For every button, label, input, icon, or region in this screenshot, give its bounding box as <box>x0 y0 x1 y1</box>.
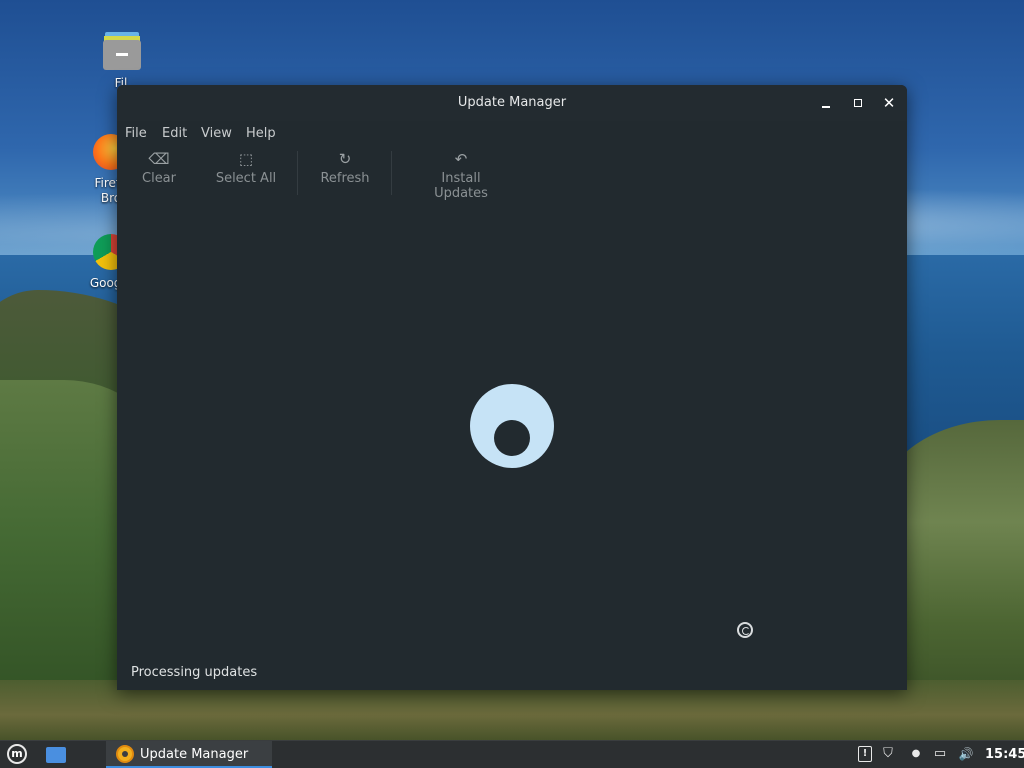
desktop-icon-files[interactable]: Fil <box>76 30 166 90</box>
select-all-icon: ⬚ <box>238 150 254 168</box>
menu-view[interactable]: View <box>201 126 232 141</box>
refresh-button[interactable]: ↻ Refresh <box>317 149 373 186</box>
clock[interactable]: 15:45 <box>985 747 1024 762</box>
update-manager-icon <box>116 745 134 763</box>
user-icon[interactable]: ● <box>908 746 924 762</box>
loading-spinner-icon <box>470 384 554 468</box>
clear-label: Clear <box>142 171 176 186</box>
menu-edit[interactable]: Edit <box>162 126 187 141</box>
toolbar-separator <box>297 151 298 195</box>
close-button[interactable]: ✕ <box>880 94 898 112</box>
install-updates-label: Install Updates <box>434 171 488 201</box>
menu-bar: File Edit View Help <box>117 123 907 145</box>
undo-arrow-icon: ↶ <box>454 150 468 168</box>
refresh-label: Refresh <box>320 171 370 186</box>
start-menu-button[interactable]: m <box>6 744 30 766</box>
toolbar-separator <box>391 151 392 195</box>
minimize-button[interactable] <box>817 94 835 112</box>
status-text: Processing updates <box>131 665 258 680</box>
show-desktop-icon[interactable] <box>46 747 66 763</box>
install-updates-button[interactable]: ↶ Install Updates <box>413 149 509 201</box>
volume-icon[interactable]: 🔊 <box>958 746 974 762</box>
clear-button[interactable]: ⌫ Clear <box>139 149 179 186</box>
taskbar-item-update-manager[interactable]: Update Manager <box>106 741 272 768</box>
backspace-icon: ⌫ <box>148 150 170 168</box>
maximize-icon <box>854 99 862 107</box>
shield-icon[interactable]: ⛉ <box>880 746 896 762</box>
update-manager-window: Update Manager ✕ File Edit View Help ⌫ C… <box>117 85 907 690</box>
select-all-button[interactable]: ⬚ Select All <box>213 149 279 186</box>
window-title: Update Manager <box>457 95 567 110</box>
toolbar: ⌫ Clear ⬚ Select All ↻ Refresh ↶ Install… <box>117 147 907 201</box>
taskbar-item-label: Update Manager <box>140 747 249 762</box>
clipboard-update-icon[interactable]: ! <box>858 746 872 762</box>
busy-cursor-icon <box>737 622 753 638</box>
menu-file[interactable]: File <box>125 126 147 141</box>
menu-help[interactable]: Help <box>246 126 276 141</box>
taskbar: m Update Manager ! ⛉ ● ▭ 🔊 15:45 <box>0 740 1024 768</box>
minimize-icon <box>822 106 830 108</box>
refresh-icon: ↻ <box>338 150 352 168</box>
close-icon: ✕ <box>882 94 896 112</box>
select-all-label: Select All <box>215 171 277 186</box>
window-titlebar[interactable]: Update Manager ✕ <box>117 85 907 121</box>
network-icon[interactable]: ▭ <box>932 746 948 762</box>
maximize-button[interactable] <box>849 94 867 112</box>
files-folder-icon <box>101 30 141 70</box>
